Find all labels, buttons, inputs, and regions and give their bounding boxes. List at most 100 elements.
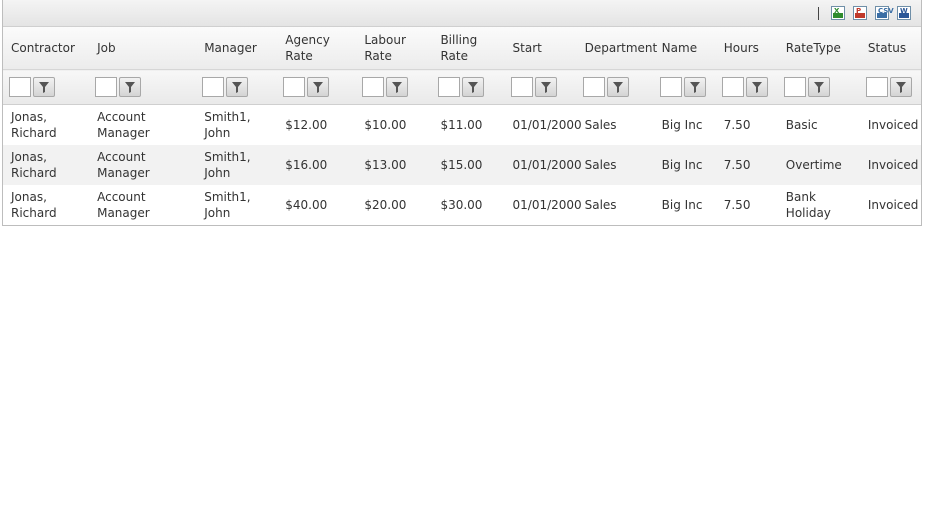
cell-manager: Smith1, John <box>204 110 251 140</box>
filter-input-manager[interactable] <box>202 77 225 97</box>
column-header-billing-rate[interactable]: Billing Rate <box>432 27 505 70</box>
filter-input-start[interactable] <box>510 77 533 97</box>
filter-cell-agency-rate <box>277 69 357 105</box>
funnel-icon <box>612 82 623 93</box>
filter-cell-start <box>504 69 577 105</box>
cell-name: Big Inc <box>653 145 716 185</box>
cell-agency-rate: $16.00 <box>277 145 357 185</box>
cell-billing-rate: $30.00 <box>440 198 483 212</box>
cell-contractor: Jonas, Richard <box>11 110 57 140</box>
data-grid: X P CSV W Contractor Job Manager Agency Rate La… <box>2 0 922 226</box>
cell-labour-rate: $10.00 <box>364 118 407 132</box>
cell-department: Sales <box>584 198 617 212</box>
word-export-icon[interactable]: W <box>897 6 911 20</box>
column-header-department[interactable]: Department <box>576 27 657 70</box>
filter-button-hours[interactable] <box>745 77 768 97</box>
cell-job: Account Manager <box>97 190 150 220</box>
cell-agency-rate: $40.00 <box>285 198 328 212</box>
filter-cell-name <box>653 69 716 105</box>
column-header-job[interactable]: Job <box>89 27 197 70</box>
filter-input-agency-rate[interactable] <box>283 77 306 97</box>
cell-manager: Smith1, John <box>204 190 251 220</box>
cell-name: Big Inc <box>661 198 703 212</box>
cell-department: Sales <box>584 118 617 132</box>
cell-department: Sales <box>576 145 654 185</box>
filter-input-department[interactable] <box>582 77 605 97</box>
pdf-export-icon[interactable]: P <box>853 6 867 20</box>
filter-button-ratetype[interactable] <box>807 77 830 97</box>
funnel-icon <box>125 82 136 93</box>
cell-job: Account Manager <box>97 110 150 140</box>
filter-cell-labour-rate <box>356 69 433 105</box>
filter-cell-status <box>859 69 921 105</box>
table-row[interactable]: Jonas, Richard Account Manager Smith1, Joh… <box>3 145 921 185</box>
column-header-status[interactable]: Status <box>859 27 921 70</box>
funnel-icon <box>751 82 762 93</box>
column-header-manager[interactable]: Manager <box>196 27 278 70</box>
filter-input-name[interactable] <box>659 77 682 97</box>
filter-cell-ratetype <box>777 69 860 105</box>
cell-billing-rate: $11.00 <box>440 118 483 132</box>
filter-input-hours[interactable] <box>721 77 744 97</box>
header-row: Contractor Job Manager Agency Rate Labour Ra… <box>3 27 921 70</box>
cell-job: Account Manager <box>89 145 197 185</box>
filter-button-agency-rate[interactable] <box>307 77 330 97</box>
funnel-icon <box>232 82 243 93</box>
cell-hours: 7.50 <box>723 198 751 212</box>
cell-labour-rate: $20.00 <box>364 198 407 212</box>
filter-cell-billing-rate <box>432 69 505 105</box>
cell-status: Invoiced <box>859 145 921 185</box>
column-header-start[interactable]: Start <box>504 27 577 70</box>
table-row[interactable]: Jonas, Richard Account Manager Smith1, Joh… <box>3 185 921 225</box>
filter-row <box>3 69 921 105</box>
filter-button-manager[interactable] <box>226 77 249 97</box>
funnel-icon <box>392 82 403 93</box>
cell-name: Big Inc <box>661 118 703 132</box>
filter-button-department[interactable] <box>606 77 629 97</box>
grid-toolbar: X P CSV W <box>3 0 921 27</box>
cell-labour-rate: $13.00 <box>356 145 433 185</box>
filter-button-billing-rate[interactable] <box>462 77 485 97</box>
cell-ratetype: Bank Holiday <box>785 190 831 220</box>
csv-export-icon[interactable]: CSV <box>875 6 894 20</box>
filter-cell-job <box>89 69 197 105</box>
filter-input-billing-rate[interactable] <box>438 77 461 97</box>
filter-button-contractor[interactable] <box>33 77 55 97</box>
filter-cell-hours <box>715 69 778 105</box>
filter-input-contractor[interactable] <box>9 77 31 97</box>
filter-button-job[interactable] <box>119 77 142 97</box>
cell-hours: 7.50 <box>715 145 778 185</box>
toolbar-separator <box>818 7 819 20</box>
table-row[interactable]: Jonas, Richard Account Manager Smith1, Joh… <box>3 105 921 146</box>
csv-export-mark: CSV <box>878 7 894 15</box>
column-header-ratetype[interactable]: RateType <box>777 27 860 70</box>
filter-cell-manager <box>196 69 278 105</box>
cell-start: 01/01/2000 <box>512 198 582 212</box>
column-header-name[interactable]: Name <box>653 27 716 70</box>
filter-input-labour-rate[interactable] <box>362 77 385 97</box>
cell-agency-rate: $12.00 <box>285 118 328 132</box>
funnel-icon <box>540 82 551 93</box>
filter-button-start[interactable] <box>534 77 557 97</box>
filter-input-job[interactable] <box>95 77 118 97</box>
excel-export-icon[interactable]: X <box>831 6 845 20</box>
filter-button-status[interactable] <box>889 77 912 97</box>
filter-input-ratetype[interactable] <box>783 77 806 97</box>
cell-start: 01/01/2000 <box>504 145 582 185</box>
filter-input-status[interactable] <box>865 77 888 97</box>
filter-button-name[interactable] <box>683 77 706 97</box>
column-header-agency-rate[interactable]: Agency Rate <box>277 27 357 70</box>
cell-contractor: Jonas, Richard <box>3 145 90 185</box>
filter-button-labour-rate[interactable] <box>386 77 409 97</box>
cell-ratetype: Overtime <box>777 145 860 185</box>
funnel-icon <box>689 82 700 93</box>
column-header-hours[interactable]: Hours <box>715 27 778 70</box>
funnel-icon <box>895 82 906 93</box>
column-header-labour-rate[interactable]: Labour Rate <box>356 27 433 70</box>
cell-manager: Smith1, John <box>196 145 278 185</box>
funnel-icon <box>813 82 824 93</box>
pdf-export-mark: P <box>856 7 862 15</box>
column-header-contractor[interactable]: Contractor <box>3 27 90 70</box>
cell-status: Invoiced <box>867 118 919 132</box>
filter-cell-department <box>576 69 654 105</box>
